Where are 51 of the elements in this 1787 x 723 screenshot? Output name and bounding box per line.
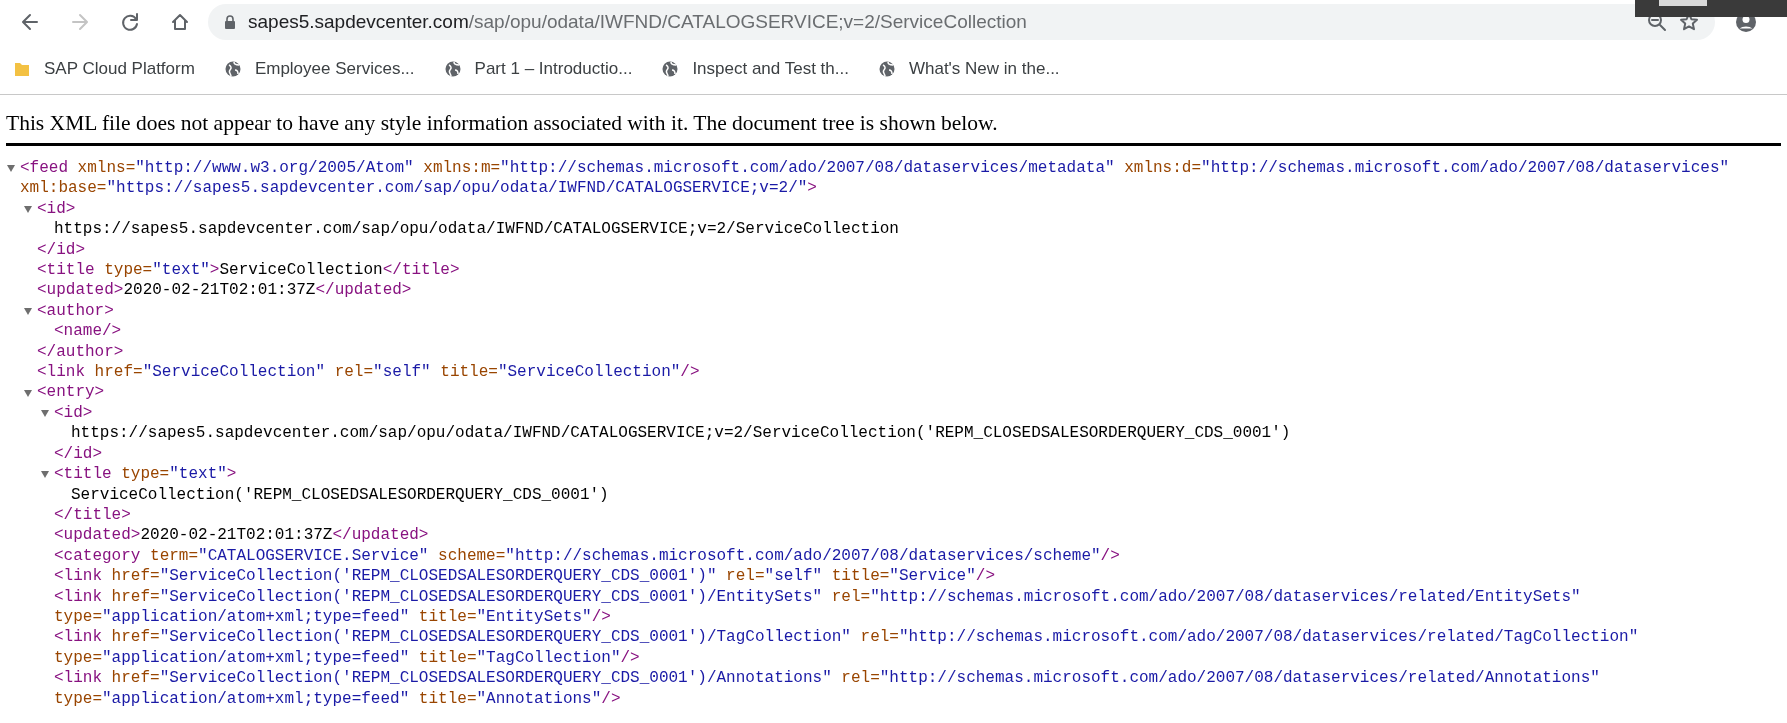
address-bar[interactable]: sapes5.sapdevcenter.com/sap/opu/odata/IWFND/CATALOGSERVICE;v=2/ServiceCollection	[208, 4, 1715, 40]
xml-code-line: xml:base="https://sapes5.sapdevcenter.com/sap/opu/odata/IWFND/CATALOGSERVICE;v=2/">	[20, 178, 817, 199]
xml-code-line: <updated>2020-02-21T02:01:37Z</updated>	[54, 525, 429, 546]
disclosure-triangle-icon[interactable]	[23, 306, 33, 317]
bookmark[interactable]: Inspect and Test th...	[662, 59, 849, 79]
xml-code-line: <author>	[37, 300, 114, 322]
disclosure-triangle-icon[interactable]	[23, 204, 33, 214]
back-icon	[20, 12, 40, 32]
xml-code-line: type="application/atom+xml;type=feed" title="EntitySets"/>	[54, 606, 611, 628]
disclosure-triangle-icon[interactable]	[23, 387, 33, 398]
url-text: sapes5.sapdevcenter.com/sap/opu/odata/IWFND/CATALOGSERVICE;v=2/ServiceCollection	[248, 11, 1027, 33]
xml-code-line: <link href="ServiceCollection('REPM_CLOSEDSALESORDERQUERY_CDS_0001')" rel="self" title="Service"/>	[54, 566, 995, 587]
xml-code-line: </title>	[54, 504, 131, 526]
xml-code-line: <title type="text">ServiceCollection</title>	[37, 260, 460, 281]
xml-code-line: <title type="text">	[54, 464, 237, 485]
xml-code-line: ServiceCollection('REPM_CLOSEDSALESORDERQUERY_CDS_0001')	[71, 484, 609, 505]
folder-icon	[14, 61, 30, 77]
xml-code-line: <link href="ServiceCollection('REPM_CLOSEDSALESORDERQUERY_CDS_0001')/Annotations" rel="http://schemas.microsoft.com/ado/2007/08/dataservices/related/Annotations"	[54, 668, 1600, 689]
home-icon	[170, 12, 190, 32]
globe-icon	[878, 61, 895, 77]
lock-icon	[224, 15, 236, 29]
xml-code-line: type="application/atom+xml;type=feed" title="TagCollection"/>	[54, 647, 640, 669]
xml-code-line: type="application/atom+xml;type=feed" title="Annotations"/>	[54, 688, 621, 709]
xml-code-line: <link href="ServiceCollection" rel="self" title="ServiceCollection"/>	[37, 362, 700, 383]
disclosure-triangle-icon[interactable]	[40, 469, 50, 480]
disclosure-triangle-icon[interactable]	[6, 163, 16, 174]
xml-code-line: <feed xmlns="http://www.w3.org/2005/Atom" xmlns:m="http://schemas.microsoft.com/ado/2007/08/dataservices/metadata" xmlns:d="http://schemas.microsoft.com/ado/2007/08/dataservices"	[20, 158, 1730, 179]
xml-code-line: <id>	[37, 198, 76, 220]
forward-icon	[70, 12, 90, 32]
bookmark[interactable]: Part 1 – Introductio...	[444, 59, 633, 79]
xml-code-line: </id>	[54, 443, 102, 465]
bookmark[interactable]: SAP Cloud Platform	[14, 59, 195, 79]
xml-code-line: <link href="ServiceCollection('REPM_CLOSEDSALESORDERQUERY_CDS_0001')/TagCollection" rel="http://schemas.microsoft.com/ado/2007/08/dataservices/related/TagCollection"	[54, 627, 1639, 648]
xml-notice: This XML file does not appear to have any style information associated with it. The document tree is shown below.	[6, 110, 999, 137]
bookmark[interactable]: What's New in the...	[878, 59, 1060, 79]
xml-code-line: https://sapes5.sapdevcenter.com/sap/opu/odata/IWFND/CATALOGSERVICE;v=2/ServiceCollection('REPM_CLOSEDSALESORDERQUERY_CDS_0001')	[71, 423, 1291, 444]
xml-code-line: <link href="ServiceCollection('REPM_CLOSEDSALESORDERQUERY_CDS_0001')/EntitySets" rel="http://schemas.microsoft.com/ado/2007/08/dataservices/related/EntitySets"	[54, 586, 1581, 607]
globe-icon	[224, 61, 241, 77]
xml-code-line: </author>	[37, 341, 124, 363]
xml-code-line: <name/>	[54, 321, 122, 342]
xml-code-line: </id>	[37, 239, 85, 261]
disclosure-triangle-icon[interactable]	[40, 408, 50, 419]
globe-icon	[662, 61, 679, 77]
xml-code-line: <entry>	[37, 382, 105, 403]
xml-code-line: https://sapes5.sapdevcenter.com/sap/opu/odata/IWFND/CATALOGSERVICE;v=2/ServiceCollection	[54, 219, 899, 240]
xml-code-line: <updated>2020-02-21T02:01:37Z</updated>	[37, 280, 412, 301]
xml-code-line: <id>	[54, 402, 93, 424]
globe-icon	[444, 61, 461, 77]
reload-icon	[120, 12, 140, 32]
bookmark[interactable]: Employee Services...	[224, 59, 415, 79]
xml-code-line: <category term="CATALOGSERVICE.Service" scheme="http://schemas.microsoft.com/ado/2007/08/dataservices/scheme"/>	[54, 545, 1120, 567]
